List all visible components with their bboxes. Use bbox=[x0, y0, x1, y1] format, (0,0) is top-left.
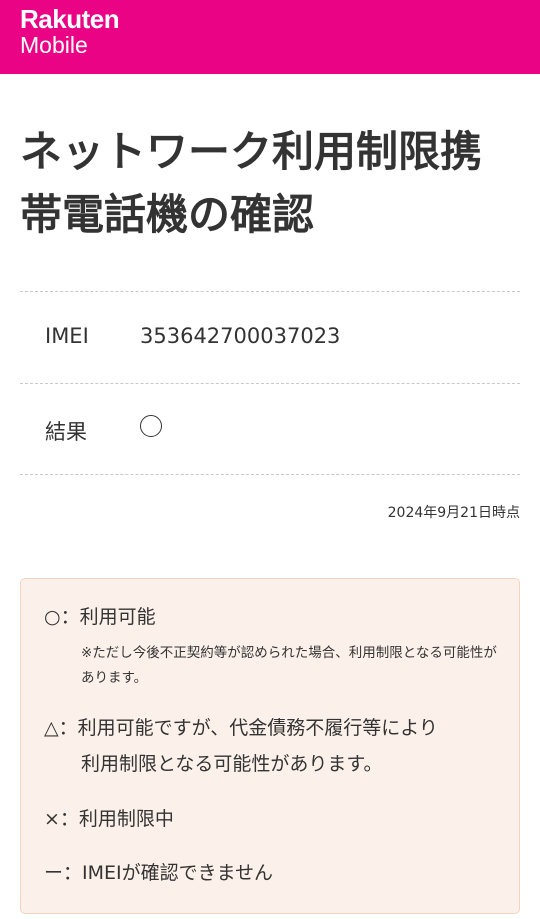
imei-label: IMEI bbox=[45, 324, 89, 348]
logo-brand-bottom: Mobile bbox=[20, 32, 88, 58]
page-title-line2: 帯電話機の確認 bbox=[20, 190, 315, 239]
legend-conditional-line1: △：利用可能ですが、代金債務不履行等により bbox=[44, 717, 438, 739]
legend-unknown: ー：IMEIが確認できません bbox=[44, 862, 274, 884]
legend-available-note: ※ただし今後不正契約等が認められた場合、利用制限となる可能性があります。 bbox=[81, 645, 497, 686]
rakuten-mobile-logo[interactable]: Rakuten Mobile bbox=[20, 4, 120, 58]
app-header: Rakuten Mobile bbox=[0, 0, 540, 74]
result-circle-icon bbox=[140, 415, 162, 437]
imei-value: 353642700037023 bbox=[140, 324, 341, 348]
status-legend: ○：利用可能 ※ただし今後不正契約等が認められた場合、利用制限となる可能性があり… bbox=[20, 578, 520, 914]
legend-restricted: ×：利用制限中 bbox=[44, 808, 174, 830]
imei-row: IMEI 353642700037023 bbox=[20, 291, 520, 383]
legend-conditional: △：利用可能ですが、代金債務不履行等により 利用制限となる可能性があります。 bbox=[44, 710, 504, 782]
result-row: 結果 bbox=[20, 383, 520, 475]
check-timestamp: 2024年9月21日時点 bbox=[387, 505, 520, 521]
result-table: IMEI 353642700037023 結果 bbox=[20, 291, 520, 475]
legend-available: ○：利用可能 bbox=[44, 606, 156, 628]
result-label: 結果 bbox=[45, 420, 87, 444]
logo-brand-top: Rakuten bbox=[20, 4, 120, 34]
page-title-line1: ネットワーク利用制限携 bbox=[20, 127, 483, 176]
page-title: ネットワーク利用制限携 帯電話機の確認 bbox=[20, 120, 525, 246]
legend-conditional-line2: 利用制限となる可能性があります。 bbox=[81, 753, 383, 775]
